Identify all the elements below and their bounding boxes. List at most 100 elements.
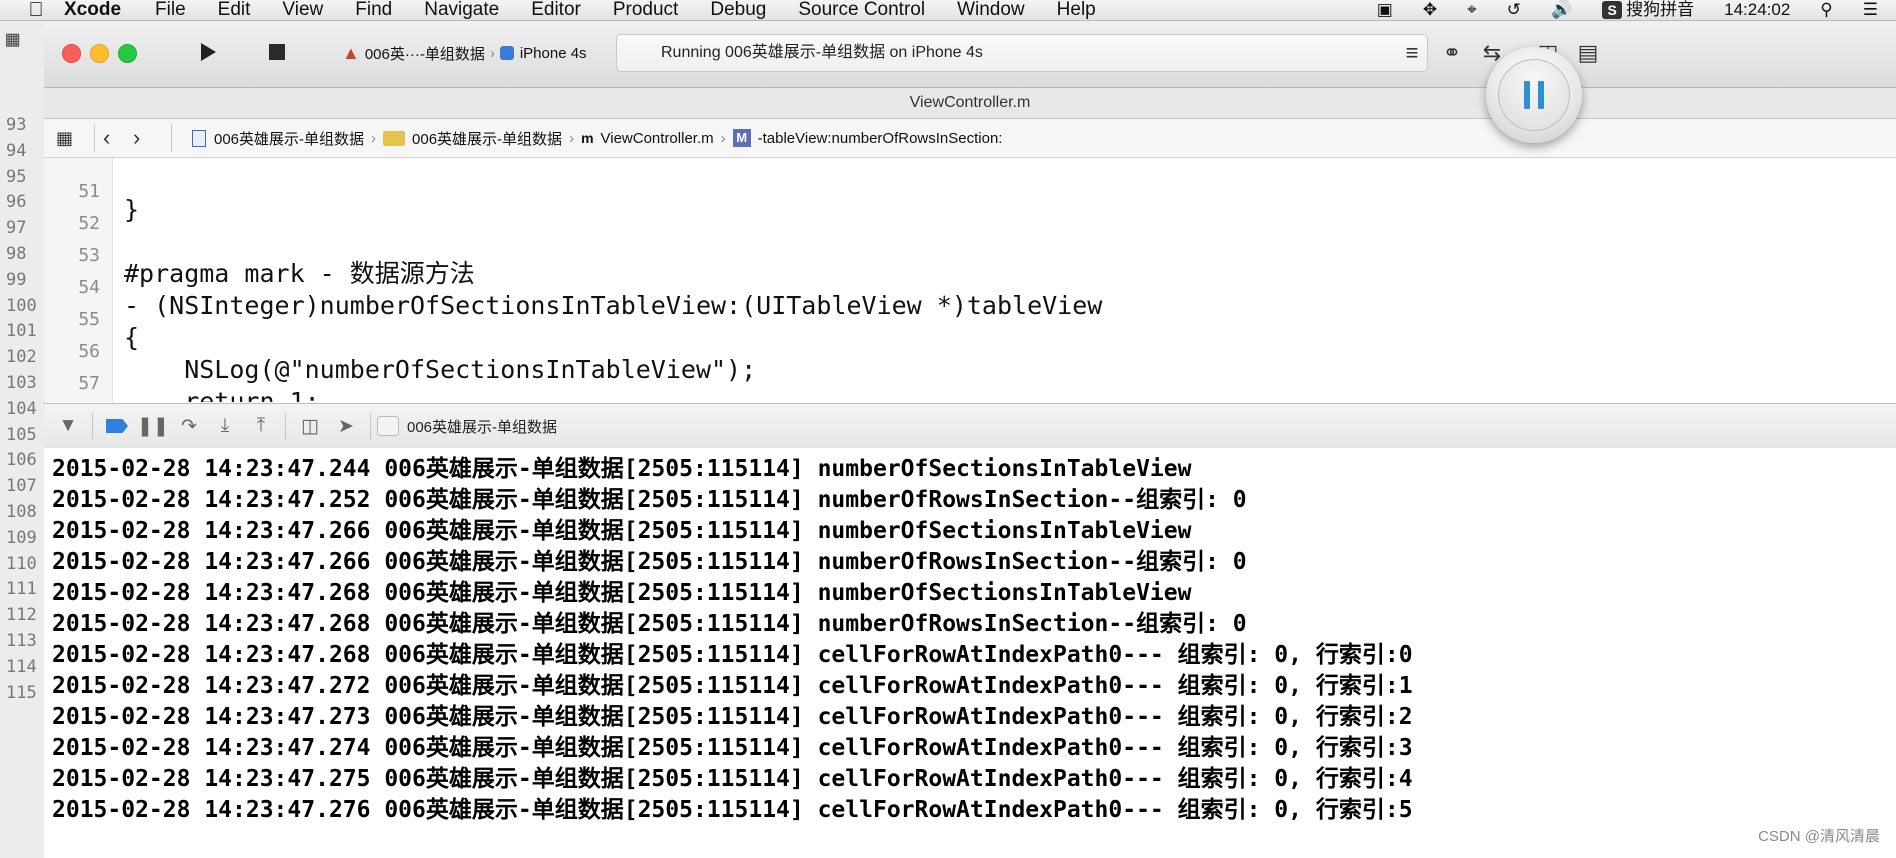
hide-debug-area-icon[interactable]: ▼ [50,413,86,439]
console-output[interactable]: 2015-02-28 14:23:47.244 006英雄展示-单组数据[250… [44,448,1896,858]
source-editor[interactable]: 51 } 52 53 #pragma mark - 数据源方法 54 - (NS… [44,158,1896,402]
menu-bar:  Xcode File Edit View Find Navigate Edi… [0,0,1896,21]
chevron-right-icon: › [569,129,575,147]
jump-bar: ▦ ‹ › 006英雄展示-单组数据 › 006英雄展示-单组数据 › m Vie… [44,119,1896,158]
activity-viewer: Running 006英雄展示-单组数据 on iPhone 4s [616,34,1428,72]
background-line-number: 103 [6,373,37,393]
sogou-icon: S [1602,1,1623,19]
background-line-number: 97 [6,218,27,239]
grid-icon[interactable]: ▦ [0,27,44,52]
zoom-window-button[interactable] [118,44,137,63]
related-items-icon[interactable]: ▦ [56,128,86,149]
menu-product[interactable]: Product [613,0,678,20]
notification-center-icon[interactable]: ☰ [1863,0,1878,20]
line-number: 58 [44,400,100,402]
debug-area-toggle-icon[interactable]: ▤ [1570,39,1606,67]
scheme-selector[interactable]: ▲ 006英···-单组数据 › iPhone 4s [342,38,587,68]
background-line-number: 95 [6,166,27,187]
step-out-icon[interactable]: ⤒ [243,413,279,439]
code-line: 57 return 1; [44,350,319,402]
simulate-location-icon[interactable]: ➤ [328,413,364,439]
background-line-number: 100 [6,295,37,316]
menu-view[interactable]: View [282,0,323,20]
breadcrumb-group-label: 006英雄展示-单组数据 [412,130,563,148]
nslog-statement: NSLog(@"numberOfSectionsInTableView"); [124,355,757,384]
pause-icon [1498,59,1570,131]
log-line: 2015-02-28 14:23:47.268 006英雄展示-单组数据[250… [52,642,1413,668]
wifi-grid-icon[interactable]: ⌖ [1467,0,1477,20]
menu-clock[interactable]: 14:24:02 [1724,0,1790,20]
return-statement: return 1; [124,387,320,402]
background-line-number: 111 [6,579,37,600]
background-line-number: 112 [6,605,37,626]
menu-help[interactable]: Help [1057,0,1096,20]
background-line-number: 105 [6,424,37,445]
method-signature: - (NSInteger)numberOfSectionsInTableView… [124,290,1102,322]
log-line: 2015-02-28 14:23:47.252 006英雄展示-单组数据[250… [52,487,1247,513]
code-line: 55 { [44,286,139,352]
breadcrumb-file-label: ViewController.m [600,129,714,147]
time-machine-icon[interactable]: ↺ [1507,0,1521,20]
objc-m-file-icon: m [581,130,594,146]
code-line: 56 NSLog(@"numberOfSectionsInTableView")… [44,318,756,384]
breadcrumb-project[interactable]: 006英雄展示-单组数据 [192,128,364,149]
back-arrow-icon[interactable]: ‹ [103,125,133,151]
code-line: 58 } [44,382,62,402]
standard-editor-icon[interactable]: ≡ [1394,39,1430,67]
log-line: 2015-02-28 14:23:47.272 006英雄展示-单组数据[250… [52,673,1413,699]
background-line-number: 99 [6,269,27,290]
menu-find[interactable]: Find [355,0,392,20]
csdn-watermark: CSDN @清风清晨 [1758,828,1880,845]
code-line: 53 #pragma mark - 数据源方法 [44,222,474,288]
menu-file[interactable]: File [155,0,186,20]
menu-navigate[interactable]: Navigate [424,0,499,20]
background-line-number: 94 [6,140,27,161]
breadcrumb-method-label: -tableView:numberOfRowsInSection: [757,129,1003,147]
pause-overlay-button[interactable] [1486,47,1582,143]
window-title: ViewController.m [44,88,1896,119]
input-method[interactable]: S 搜狗拼音 [1602,0,1694,20]
log-line: 2015-02-28 14:23:47.266 006英雄展示-单组数据[250… [52,518,1192,544]
run-button[interactable] [186,34,230,70]
network-icon[interactable]: ✥ [1423,0,1437,20]
screen-record-icon[interactable]: ▣ [1377,0,1393,20]
destination-name: iPhone 4s [519,44,587,62]
menu-editor[interactable]: Editor [531,0,581,20]
stop-icon [269,44,285,60]
breakpoints-toggle-icon[interactable] [99,413,135,439]
assistant-editor-icon[interactable]: ⚭ [1434,39,1470,67]
menu-debug[interactable]: Debug [710,0,766,20]
log-line: 2015-02-28 14:23:47.266 006英雄展示-单组数据[250… [52,549,1247,575]
app-process-icon [377,416,399,436]
stop-button[interactable] [255,34,299,70]
volume-icon[interactable]: 🔊 [1551,0,1572,20]
chevron-right-icon: › [720,129,726,147]
minimize-window-button[interactable] [90,44,109,63]
background-window-gutter: ▦ 93 94 95 96 97 98 99 100 101 102 103 104 105 106 107… [0,21,45,858]
spotlight-search-icon[interactable]: ⚲ [1820,0,1832,20]
menu-edit[interactable]: Edit [218,0,251,20]
menu-window[interactable]: Window [957,0,1025,20]
code-text: { [124,323,140,352]
log-line: 2015-02-28 14:23:47.244 006英雄展示-单组数据[250… [52,456,1192,482]
step-over-icon[interactable]: ↷ [171,413,207,439]
menu-source-control[interactable]: Source Control [798,0,925,20]
step-into-icon[interactable]: ⤓ [207,413,243,439]
close-window-button[interactable] [62,44,81,63]
breadcrumb-file[interactable]: m ViewController.m [581,130,714,147]
status-area: ▣ ✥ ⌖ ↺ 🔊 S 搜狗拼音 14:24:02 ⚲ ☰ [1347,0,1896,20]
log-line: 2015-02-28 14:23:47.273 006英雄展示-单组数据[250… [52,704,1413,730]
background-line-number: 107 [6,476,37,497]
apple-icon[interactable]:  [22,0,50,20]
view-hierarchy-icon[interactable]: ◫ [292,413,328,439]
background-line-number: 96 [6,192,27,213]
log-line: 2015-02-28 14:23:47.268 006英雄展示-单组数据[250… [52,611,1247,637]
breadcrumb-group[interactable]: 006英雄展示-单组数据 [383,128,562,149]
menu-app-name[interactable]: Xcode [64,0,121,20]
code-line: 52 [44,190,100,234]
background-line-number: 98 [6,244,27,264]
forward-arrow-icon[interactable]: › [133,125,163,151]
pause-icon[interactable]: ❚❚ [135,413,171,439]
background-line-number: 114 [6,656,37,677]
breadcrumb-method[interactable]: M -tableView:numberOfRowsInSection: [732,129,1003,147]
